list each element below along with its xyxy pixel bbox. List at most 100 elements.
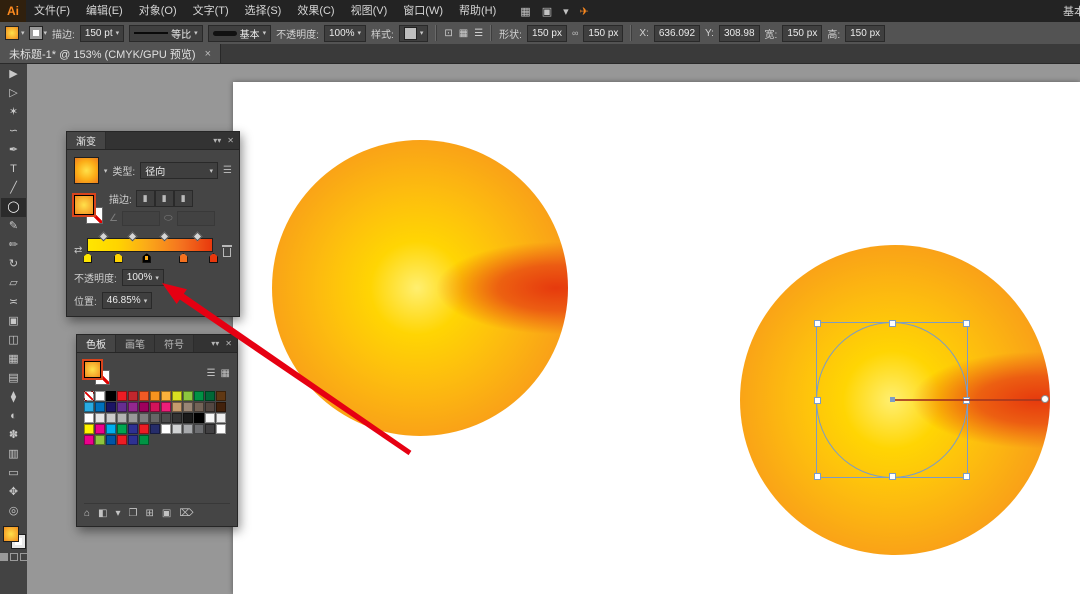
stop-opacity-field[interactable]: 100% ▾	[121, 269, 164, 286]
tab-swatches[interactable]: 色板	[77, 335, 116, 352]
swatch[interactable]	[95, 402, 105, 412]
paintbrush-tool[interactable]: ✎	[1, 217, 26, 236]
swatch[interactable]	[150, 391, 160, 401]
collapse-panel-icon[interactable]: ▾▾	[211, 339, 219, 348]
swatch[interactable]	[183, 391, 193, 401]
stroke-weight-field[interactable]: 150 pt ▾	[79, 24, 125, 42]
swatch[interactable]	[150, 413, 160, 423]
swatch[interactable]	[117, 413, 127, 423]
gradient-stop[interactable]	[83, 253, 93, 263]
menu-item[interactable]: 帮助(H)	[451, 0, 504, 22]
swatch[interactable]	[216, 424, 226, 434]
gradient-midpoint[interactable]	[98, 231, 109, 242]
swatch[interactable]	[194, 424, 204, 434]
bridge-icon[interactable]: ▦	[520, 5, 530, 18]
draw-inside-icon[interactable]	[19, 553, 28, 561]
style-select[interactable]: ▾	[398, 24, 429, 42]
mesh-tool[interactable]: ▦	[1, 350, 26, 369]
close-panel-icon[interactable]: ✕	[225, 339, 232, 348]
opacity-field[interactable]: 100% ▾	[323, 24, 367, 42]
selection-handle[interactable]	[814, 320, 821, 327]
drawing-mode-icons[interactable]	[0, 553, 28, 561]
swatch[interactable]	[150, 424, 160, 434]
swatch[interactable]	[139, 391, 149, 401]
swatch[interactable]	[128, 413, 138, 423]
gradient-angle-field[interactable]	[121, 211, 160, 226]
swatch[interactable]	[183, 402, 193, 412]
swatch[interactable]	[183, 424, 193, 434]
swatch-libraries-icon[interactable]: ⌂	[84, 508, 90, 519]
swatch[interactable]	[84, 402, 94, 412]
reverse-gradient-icon[interactable]: ⇄	[74, 245, 82, 256]
swatch[interactable]	[183, 413, 193, 423]
swatch[interactable]	[84, 391, 94, 401]
swatch[interactable]	[205, 424, 215, 434]
menu-item[interactable]: 窗口(W)	[395, 0, 451, 22]
gradient-aspect-field[interactable]	[176, 211, 215, 226]
gradient-stop[interactable]	[178, 253, 188, 263]
options-menu-icon[interactable]: ☰	[474, 28, 483, 39]
swatch[interactable]	[128, 402, 138, 412]
new-swatch-icon[interactable]: ▣	[162, 508, 171, 519]
new-color-group-icon[interactable]: ⊞	[146, 508, 154, 519]
swatch[interactable]	[139, 402, 149, 412]
tab-brushes[interactable]: 画笔	[116, 335, 155, 352]
gradient-across-stroke-icon[interactable]: ▮	[173, 190, 193, 207]
selection-handle[interactable]	[814, 473, 821, 480]
swatch[interactable]	[117, 391, 127, 401]
swatch[interactable]	[161, 391, 171, 401]
swatch[interactable]	[161, 402, 171, 412]
rotate-tool[interactable]: ↻	[1, 255, 26, 274]
x-field[interactable]: 636.092	[653, 24, 701, 42]
gradient-stop[interactable]	[142, 253, 152, 263]
swatch[interactable]	[216, 402, 226, 412]
graph-tool[interactable]: ▥	[1, 445, 26, 464]
gradient-panel-tab[interactable]: 渐变	[67, 132, 106, 149]
shape-width-field[interactable]: 150 px	[526, 24, 567, 42]
list-view-icon[interactable]: ☰	[207, 368, 216, 379]
swatch[interactable]	[139, 424, 149, 434]
gradient-along-stroke-icon[interactable]: ▮	[154, 190, 174, 207]
menu-item[interactable]: 效果(C)	[289, 0, 342, 22]
gpu-performance-icon[interactable]: ✈	[580, 5, 589, 18]
swatch[interactable]	[95, 391, 105, 401]
zoom-tool[interactable]: ◎	[1, 502, 26, 521]
swatch[interactable]	[117, 435, 127, 445]
swatch[interactable]	[106, 413, 116, 423]
swatch[interactable]	[128, 435, 138, 445]
direct-selection-tool[interactable]: ▷	[1, 84, 26, 103]
y-field[interactable]: 308.98	[718, 24, 760, 42]
swatch[interactable]	[95, 413, 105, 423]
collapse-panel-icon[interactable]: ▾▾	[213, 136, 221, 145]
stroke-color-proxy[interactable]: ▾	[28, 26, 47, 40]
w-field[interactable]: 150 px	[782, 24, 823, 42]
fill-stroke-proxy[interactable]	[84, 361, 110, 385]
panel-menu-icon[interactable]: ☰	[223, 165, 232, 176]
swatch[interactable]	[150, 402, 160, 412]
selection-handle[interactable]	[814, 397, 821, 404]
draw-normal-icon[interactable]	[0, 553, 8, 561]
workspace-switcher[interactable]: 基本功能	[1063, 3, 1080, 19]
document-tab[interactable]: 未标题-1* @ 153% (CMYK/GPU 预览) ×	[0, 44, 222, 63]
swatch[interactable]	[194, 391, 204, 401]
artboard-tool[interactable]: ▭	[1, 464, 26, 483]
swatch[interactable]	[95, 435, 105, 445]
fill-stroke-proxy[interactable]	[2, 526, 26, 549]
swatch[interactable]	[216, 391, 226, 401]
pencil-tool[interactable]: ✏	[1, 236, 26, 255]
delete-stop-icon[interactable]	[222, 244, 232, 257]
swatch[interactable]	[205, 402, 215, 412]
app-logo-icon[interactable]: Ai	[0, 0, 26, 22]
swatch[interactable]	[139, 435, 149, 445]
swatch[interactable]	[194, 402, 204, 412]
swatch[interactable]	[95, 424, 105, 434]
close-panel-icon[interactable]: ✕	[227, 136, 234, 145]
gradient-fill-stroke-proxy[interactable]	[74, 195, 104, 225]
gradient-tool[interactable]: ▤	[1, 369, 26, 388]
swatch[interactable]	[128, 424, 138, 434]
gradient-slider[interactable]	[87, 231, 213, 252]
swatch[interactable]	[205, 391, 215, 401]
swatch[interactable]	[205, 413, 215, 423]
link-dimensions-icon[interactable]: ∞	[572, 28, 578, 38]
h-field[interactable]: 150 px	[845, 24, 886, 42]
